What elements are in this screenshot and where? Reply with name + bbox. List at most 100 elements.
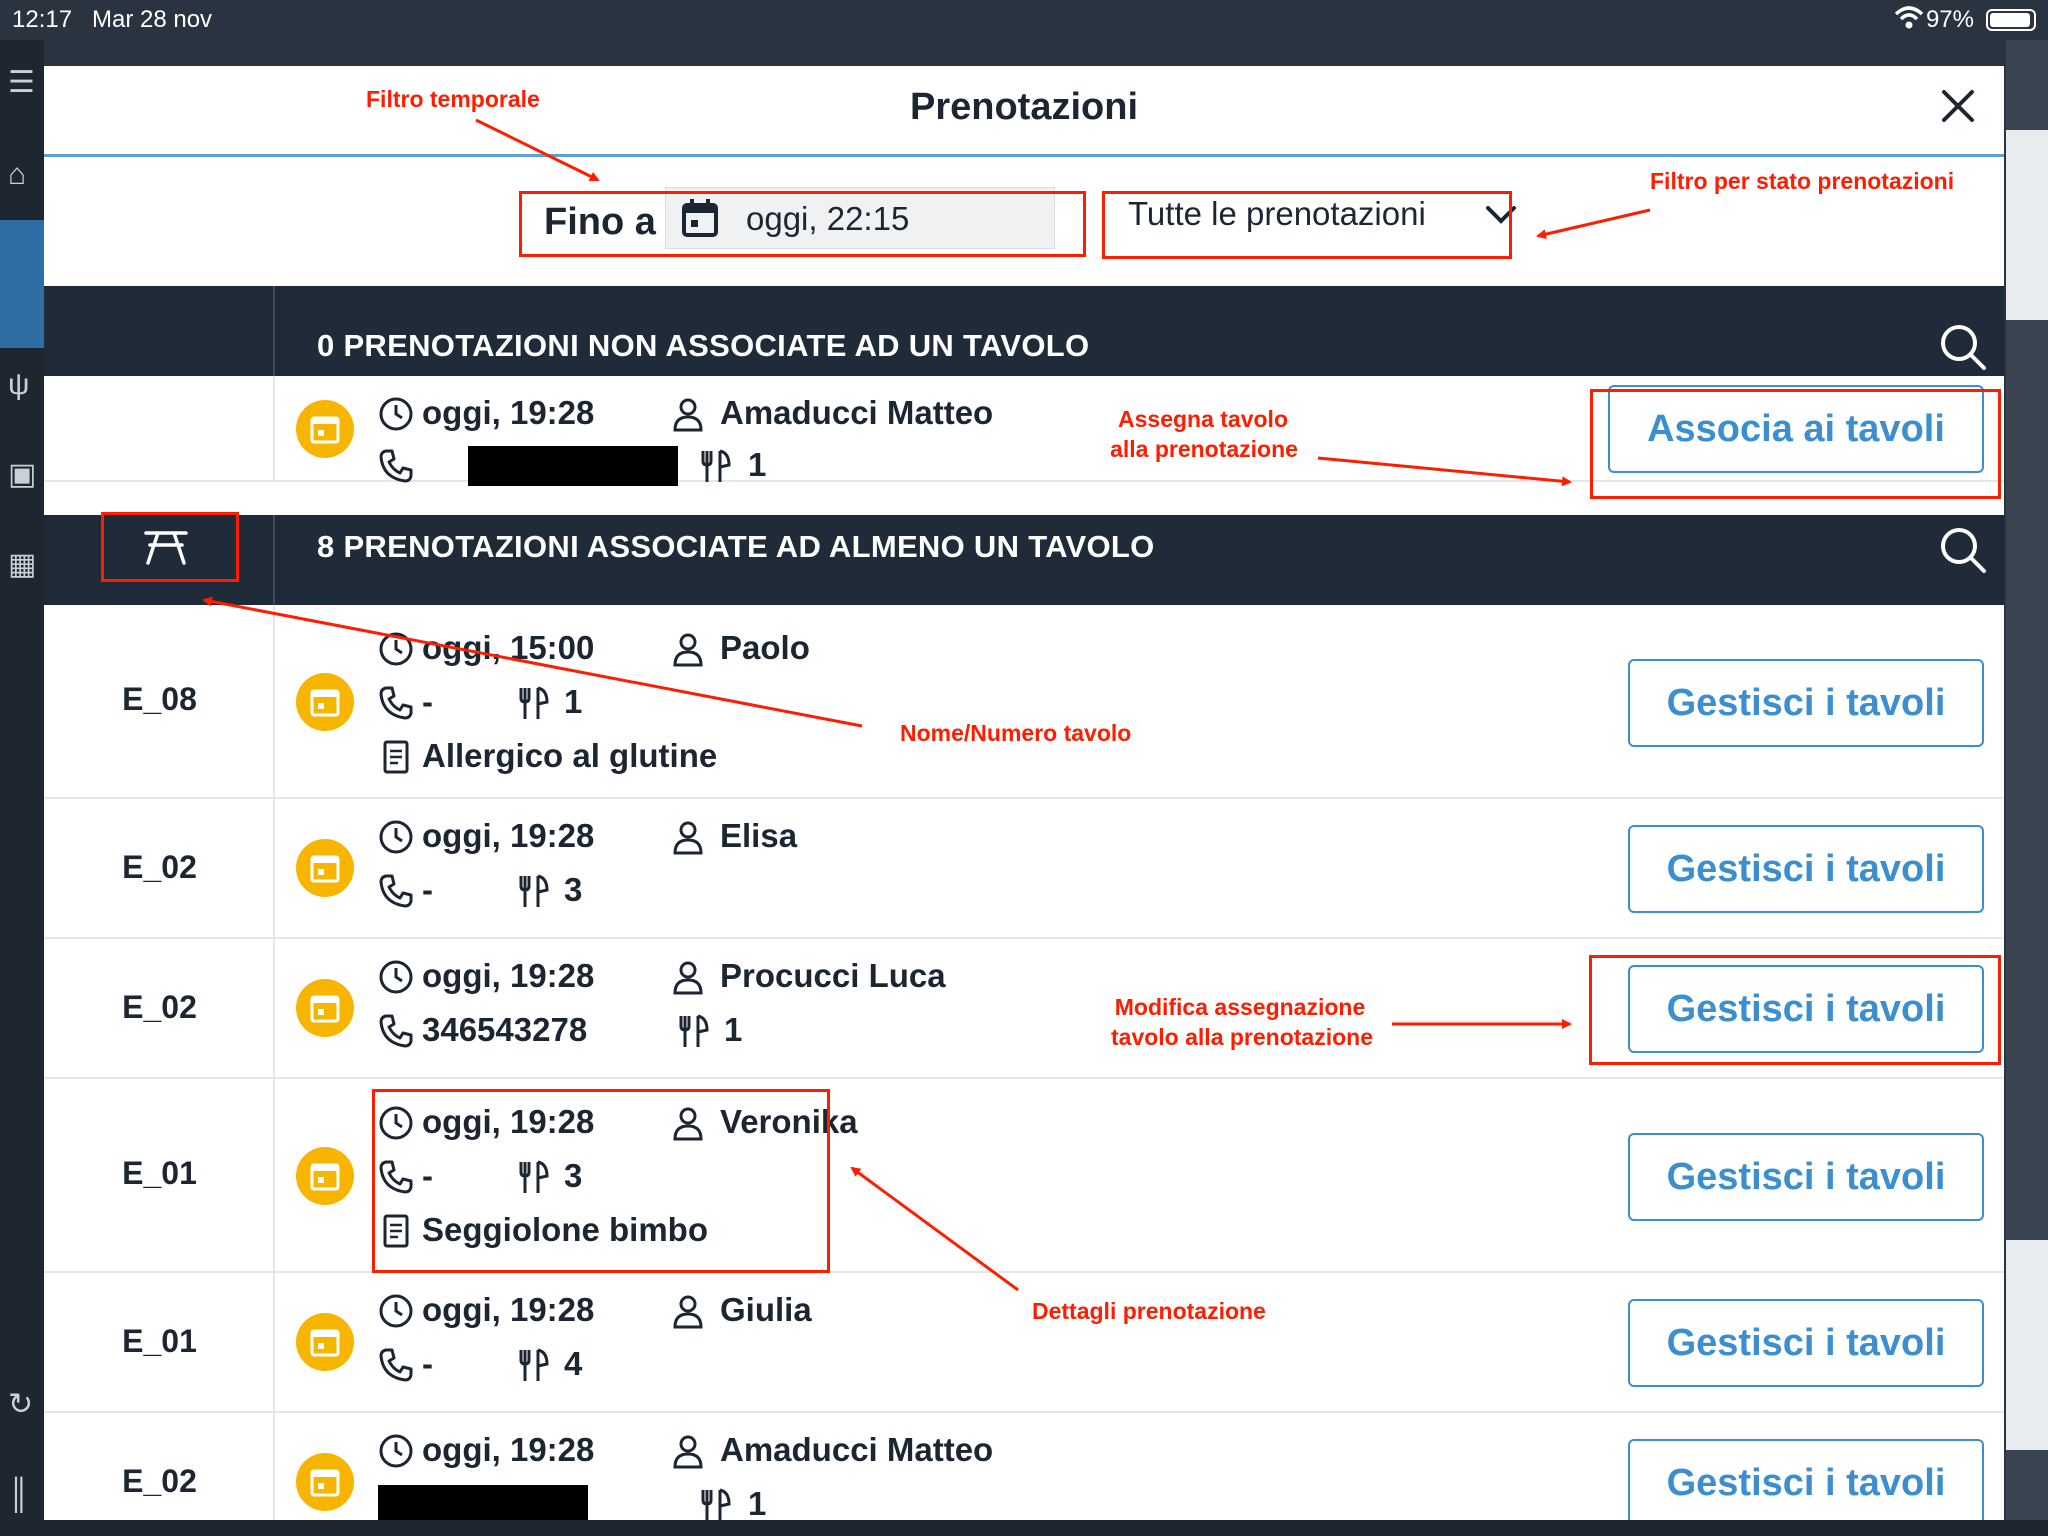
- table-cell: E_02: [44, 1413, 275, 1520]
- redacted-phone: [468, 446, 678, 486]
- reservation-customer: Amaducci Matteo: [720, 1431, 994, 1468]
- background-panel: [2006, 40, 2048, 1536]
- home-icon: ⌂: [8, 158, 27, 191]
- background-sidebar-selected: [0, 220, 44, 348]
- manage-tables-button[interactable]: Gestisci i tavoli: [1628, 1299, 1984, 1387]
- manage-tables-button[interactable]: Gestisci i tavoli: [1628, 825, 1984, 913]
- reservation-covers: 1: [748, 446, 767, 483]
- reservation-calendar-badge: [296, 400, 354, 458]
- phone-icon: [379, 449, 413, 483]
- phone-icon: [379, 1348, 413, 1382]
- person-icon: [673, 821, 703, 855]
- background-sidebar: ☰ ⌂ ψ ▣ ▦ ↻ ║: [0, 40, 44, 1536]
- reservation-calendar-badge: [296, 673, 354, 731]
- table-cell: [44, 376, 275, 480]
- manage-tables-button[interactable]: Gestisci i tavoli: [1628, 1439, 1984, 1520]
- unassigned-section-header: 0 PRENOTAZIONI NON ASSOCIATE AD UN TAVOL…: [44, 286, 2004, 376]
- calendar-icon: [310, 416, 340, 444]
- manage-tables-button[interactable]: Gestisci i tavoli: [1628, 1133, 1984, 1221]
- reservation-time: oggi, 19:28: [422, 957, 595, 994]
- search-icon[interactable]: [1938, 322, 1988, 372]
- reservation-phone: 346543278: [422, 1011, 588, 1048]
- reservation-customer: Procucci Luca: [720, 957, 946, 994]
- calendar-icon: [310, 995, 340, 1023]
- phone-icon: [379, 686, 413, 720]
- background-panel-block: [2006, 130, 2048, 320]
- table-name: E_01: [122, 1323, 197, 1359]
- reservation-time: oggi, 19:28: [422, 1291, 595, 1328]
- section-lead-cell: [44, 286, 275, 376]
- reservation-calendar-badge: [296, 1147, 354, 1205]
- reservation-calendar-badge: [296, 839, 354, 897]
- reservation-row[interactable]: E_08 oggi, 15:00 Paolo - 1 Allergico al …: [44, 605, 2004, 799]
- modal-header: Prenotazioni: [44, 66, 2004, 157]
- grid-icon: ▦: [8, 548, 37, 581]
- annotation-box-status-filter: [1102, 191, 1512, 259]
- table-name: E_02: [122, 989, 197, 1025]
- reservation-phone: -: [422, 1345, 433, 1382]
- reservation-phone: -: [422, 683, 433, 720]
- reservation-time: oggi, 15:00: [422, 629, 595, 666]
- table-cell: E_02: [44, 939, 275, 1077]
- status-time: 12:17: [12, 6, 73, 33]
- calendar-icon: [310, 1163, 340, 1191]
- annotation-box-time-filter: [519, 191, 1086, 257]
- annotation-box-assign-button: [1590, 389, 2001, 499]
- annotation-modify-line2: tavolo alla prenotazione: [1111, 1024, 1373, 1050]
- unassigned-section-title: 0 PRENOTAZIONI NON ASSOCIATE AD UN TAVOL…: [317, 328, 1090, 363]
- clock-icon: [379, 397, 413, 431]
- note-icon: [383, 740, 409, 774]
- annotation-status-filter: Filtro per stato prenotazioni: [1650, 168, 1955, 194]
- close-icon[interactable]: [1938, 86, 1978, 126]
- person-icon: [673, 1295, 703, 1329]
- table-name: E_02: [122, 849, 197, 885]
- annotation-box-table-icon: [101, 512, 239, 582]
- clock-icon: [379, 960, 413, 994]
- reservation-note: Allergico al glutine: [422, 737, 718, 774]
- menu-icon: ☰: [8, 66, 35, 99]
- reservation-row[interactable]: E_01 oggi, 19:28 Giulia - 4 Gestisci i t…: [44, 1273, 2004, 1413]
- redacted-phone: [378, 1485, 588, 1520]
- reservation-covers: 1: [748, 1485, 767, 1520]
- annotation-box-manage-button: [1589, 955, 2001, 1065]
- table-name: E_08: [122, 681, 197, 717]
- reservation-row[interactable]: E_01 oggi, 19:28 Veronika - 3 Seggiolone…: [44, 1079, 2004, 1273]
- reservation-covers: 1: [724, 1011, 743, 1048]
- calendar-icon: [310, 689, 340, 717]
- search-icon[interactable]: [1938, 525, 1988, 575]
- reservation-customer: Elisa: [720, 817, 798, 854]
- reservation-time: oggi, 19:28: [422, 394, 595, 431]
- reservation-row[interactable]: E_02 oggi, 19:28 Amaducci Matteo 1 Gesti…: [44, 1413, 2004, 1520]
- cutlery-icon: [519, 686, 549, 719]
- annotation-assign-line2: alla prenotazione: [1110, 436, 1298, 462]
- assigned-section-title: 8 PRENOTAZIONI ASSOCIATE AD ALMENO UN TA…: [317, 529, 1155, 564]
- reservation-covers: 3: [564, 871, 583, 908]
- fork-icon: ψ: [8, 368, 30, 401]
- battery-icon: [1986, 9, 2036, 31]
- person-icon: [673, 633, 703, 667]
- reservation-calendar-badge: [296, 1453, 354, 1511]
- reservation-time: oggi, 19:28: [422, 1431, 595, 1468]
- annotation-table-name: Nome/Numero tavolo: [900, 720, 1132, 746]
- table-cell: E_01: [44, 1273, 275, 1411]
- clock-icon: [379, 820, 413, 854]
- reservation-calendar-badge: [296, 979, 354, 1037]
- reservation-time: oggi, 19:28: [422, 817, 595, 854]
- manage-tables-button[interactable]: Gestisci i tavoli: [1628, 659, 1984, 747]
- calendar-icon: [310, 1469, 340, 1497]
- table-cell: E_02: [44, 799, 275, 937]
- annotation-time-filter: Filtro temporale: [366, 86, 540, 112]
- cutlery-icon: [519, 1348, 549, 1381]
- phone-icon: [379, 874, 413, 908]
- clock-icon: [379, 1294, 413, 1328]
- calendar-icon: [310, 855, 340, 883]
- annotation-box-details: [372, 1089, 830, 1273]
- reservations-modal: Prenotazioni Fino a oggi, 22:15 Tutte le…: [44, 66, 2004, 1520]
- table-name: E_02: [122, 1463, 197, 1499]
- refresh-icon: ↻: [8, 1388, 34, 1421]
- phone-icon: [379, 1014, 413, 1048]
- reservation-row[interactable]: E_02 oggi, 19:28 Elisa - 3 Gestisci i ta…: [44, 799, 2004, 939]
- cutlery-icon: [701, 1488, 731, 1520]
- battery-percent: 97%: [1925, 6, 1974, 33]
- annotation-details: Dettagli prenotazione: [1032, 1298, 1266, 1324]
